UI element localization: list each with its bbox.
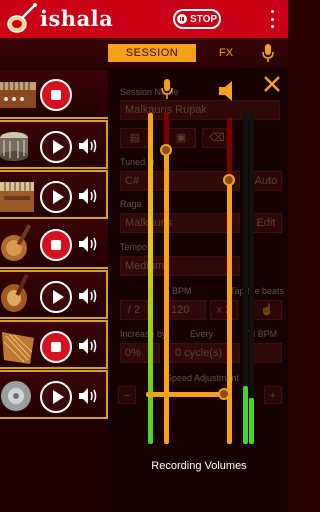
speaker-icon[interactable]	[78, 136, 100, 156]
track-harmonium-2	[0, 170, 108, 219]
speaker-volume-icon	[219, 81, 232, 101]
record-button[interactable]	[40, 79, 72, 111]
top-bar: ishala STOP	[0, 0, 288, 38]
tab-bar: SESSION FX	[0, 38, 288, 68]
track-gong	[0, 370, 108, 419]
swarmandal-icon	[2, 332, 34, 364]
tanpura-icon	[1, 224, 32, 261]
harmonium-icon	[0, 82, 36, 108]
microphone-icon	[161, 79, 173, 99]
speaker-icon[interactable]	[78, 286, 100, 306]
more-menu-icon[interactable]	[268, 10, 276, 28]
speaker-volume-knob[interactable]	[223, 174, 235, 186]
app-brand: ishala	[40, 6, 114, 31]
track-harmonium	[0, 70, 108, 119]
tempo-field[interactable]: Medium	[120, 256, 240, 276]
tuned-auto-button[interactable]: Auto	[250, 171, 282, 191]
track-tabla	[0, 120, 108, 169]
recording-volumes-panel: Session Name Malkauns Rupak ▤ ▣ ⌫ Tuned …	[110, 68, 288, 512]
record-button[interactable]	[40, 331, 72, 363]
tab-fx[interactable]: FX	[212, 44, 240, 62]
output-meter-right	[249, 112, 254, 444]
bpm-label: BPM	[172, 286, 192, 296]
speed-increase-button[interactable]: +	[264, 386, 282, 404]
increase-field[interactable]: 0%	[120, 343, 160, 363]
bpm-multiply-button[interactable]: x 2	[210, 300, 238, 320]
speed-adjustment-slider[interactable]	[146, 392, 224, 397]
till-bpm-field[interactable]	[250, 343, 282, 363]
tanpura-icon	[1, 274, 29, 312]
sitar-logo-icon	[7, 3, 37, 33]
increase-label: Increase by	[120, 329, 167, 339]
speed-decrease-button[interactable]: −	[118, 386, 136, 404]
speaker-icon[interactable]	[78, 336, 100, 356]
harmonium-icon	[0, 182, 34, 212]
track-tanpura	[0, 220, 108, 269]
speaker-volume-slider-empty	[227, 118, 232, 180]
gong-icon	[1, 381, 31, 411]
play-button[interactable]	[40, 281, 72, 313]
track-tanpura-2	[0, 270, 108, 319]
session-form: Session Name Malkauns Rupak ▤ ▣ ⌫ Tuned …	[110, 68, 288, 512]
stop-label: STOP	[189, 13, 218, 25]
close-icon[interactable]	[263, 75, 281, 93]
new-session-button[interactable]: ▤	[120, 128, 150, 148]
play-button[interactable]	[40, 131, 72, 163]
tempo-label: Tempo	[120, 242, 148, 252]
speaker-icon[interactable]	[78, 234, 100, 254]
bpm-divide-button[interactable]: / 2	[120, 300, 148, 320]
raga-field[interactable]: Malkauns	[120, 213, 240, 233]
output-meter-right-fill	[249, 398, 254, 444]
tap-label: Tap the beats	[230, 286, 285, 296]
tap-beats-button[interactable]: ☝	[252, 300, 282, 320]
pause-icon	[176, 14, 187, 24]
output-meter-left-fill	[243, 386, 248, 444]
raga-edit-button[interactable]: Edit	[250, 213, 282, 233]
recording-volumes-label: Recording Volumes	[151, 460, 247, 472]
track-swarmandal	[0, 320, 108, 369]
session-name-field[interactable]: Malkauns Rupak	[120, 100, 280, 120]
track-list	[0, 68, 110, 512]
play-button[interactable]	[40, 381, 72, 413]
tab-session[interactable]: SESSION	[108, 44, 196, 62]
record-button[interactable]	[40, 229, 72, 261]
speaker-icon[interactable]	[78, 386, 100, 406]
microphone-tab-icon[interactable]	[262, 44, 274, 62]
bpm-field[interactable]: 120	[166, 300, 206, 320]
save-session-button[interactable]: ▣	[166, 128, 196, 148]
raga-label: Raga	[120, 199, 142, 209]
every-label: Every	[190, 329, 214, 339]
play-button[interactable]	[40, 181, 72, 213]
tabla-icon	[0, 132, 28, 161]
speed-adjustment-knob[interactable]	[218, 388, 230, 400]
tuned-field[interactable]: C#	[120, 171, 240, 191]
speaker-icon[interactable]	[78, 186, 100, 206]
mic-volume-knob[interactable]	[160, 144, 172, 156]
stop-button[interactable]: STOP	[173, 9, 221, 29]
